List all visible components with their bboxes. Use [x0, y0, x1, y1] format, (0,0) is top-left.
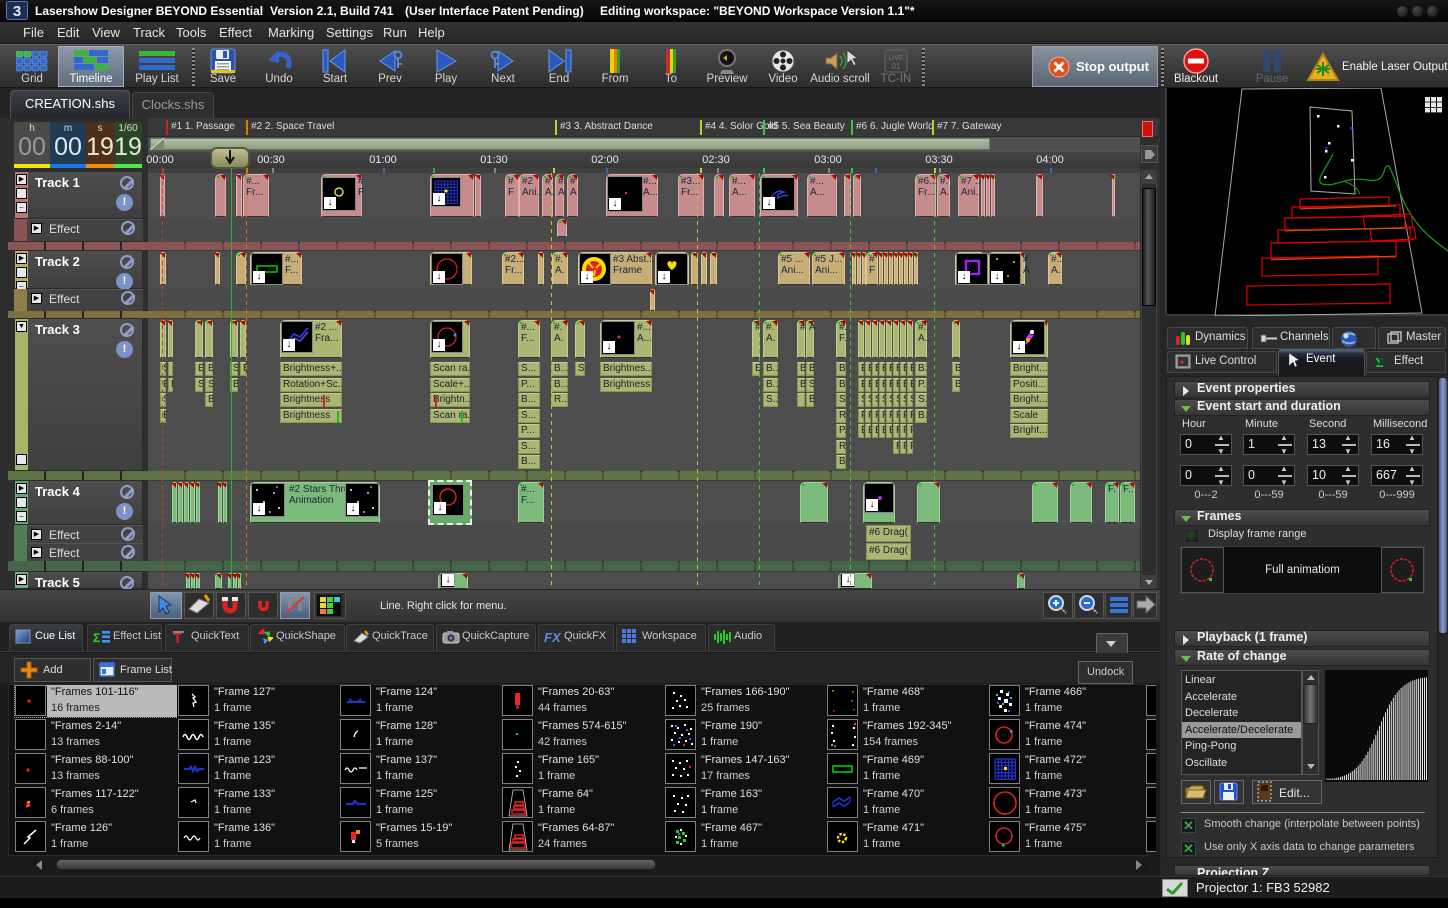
svg-text:Σ: Σ — [93, 631, 100, 645]
svg-text:LIVE: LIVE — [888, 55, 904, 62]
svg-text:Σ: Σ — [1375, 356, 1384, 370]
svg-text:FX: FX — [544, 630, 562, 645]
svg-text:3: 3 — [13, 3, 21, 20]
svg-text:01: 01 — [892, 62, 901, 71]
